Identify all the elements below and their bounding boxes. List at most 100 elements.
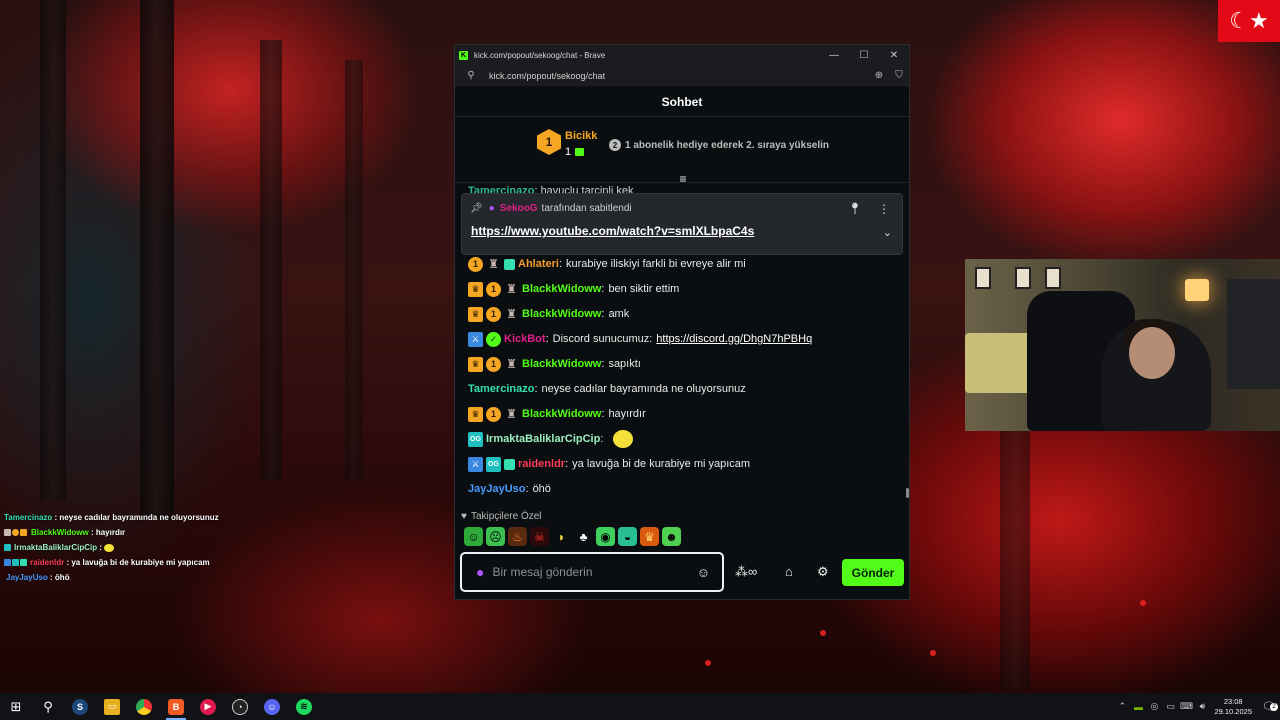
settings-gear-icon[interactable]: ⚙	[817, 564, 829, 580]
chat-message: ⚔ ✓ KickBot: Discord sunucumuz: https://…	[468, 328, 812, 350]
points-infinity-icon[interactable]: ⁂∞	[735, 564, 757, 580]
frog-emote-icon[interactable]: ☺	[464, 527, 483, 546]
sub-badge-icon: 1	[486, 306, 501, 322]
chat-message: ⚔ OG raidenldr: ya lavuğa bi de kurabiye…	[468, 453, 750, 475]
fire-crown-emote-icon[interactable]: ♛	[640, 527, 659, 546]
chat-text: neyse cadılar bayramında ne oluyorsunuz	[541, 383, 746, 395]
brave-browser-icon[interactable]: B	[160, 693, 192, 720]
url-text[interactable]: kick.com/popout/sekoog/chat	[489, 71, 869, 81]
app-tray-icon[interactable]: ◎	[1146, 701, 1162, 712]
pinned-by-text: tarafından sabitlendi	[541, 203, 632, 214]
chat-username[interactable]: BlackkWidoww	[522, 308, 601, 320]
mic-icon[interactable]: ●	[476, 564, 484, 580]
turtle-emote-icon[interactable]: ◒	[618, 527, 637, 546]
frog-cry-emote-icon[interactable]: ☹	[486, 527, 505, 546]
chat-scrollbar[interactable]	[906, 488, 909, 498]
moderator-badge-icon: ⚔	[468, 331, 483, 347]
spotify-icon[interactable]: ≋	[288, 693, 320, 720]
minimize-button[interactable]: —	[819, 50, 849, 61]
chat-message: Tamercinazo: neyse cadılar bayramında ne…	[468, 383, 746, 395]
chat-message: ♛ 1 ♜ BlackkWidoww: hayırdır	[468, 403, 646, 425]
chat-text: sapıktı	[608, 358, 641, 370]
chat-username[interactable]: BlackkWidoww	[522, 358, 601, 370]
chat-username[interactable]: BlackkWidoww	[522, 283, 601, 295]
chevron-up-icon[interactable]: ⌃	[1114, 701, 1130, 712]
streamer-head	[1129, 327, 1175, 379]
figure-badge-icon: ♜	[506, 357, 517, 371]
nvidia-icon[interactable]: ▬	[1130, 702, 1146, 712]
store-icon[interactable]: ⌂	[785, 564, 793, 579]
chat-text: ben siktir ettim	[608, 283, 680, 295]
pinned-by-user[interactable]: SekooG	[500, 203, 538, 214]
obs-icon[interactable]: ◔	[224, 693, 256, 720]
notification-center-icon[interactable]: 🗨︎ 2	[1258, 700, 1280, 713]
maximize-button[interactable]: ☐	[849, 50, 879, 61]
gift-icon	[575, 148, 584, 156]
volume-icon[interactable]: 🔊︎	[1194, 701, 1210, 712]
rank-up-message: 2 1 abonelik hediye ederek 2. sıraya yük…	[609, 139, 829, 151]
chrome-icon[interactable]	[128, 693, 160, 720]
send-button[interactable]: Gönder	[842, 559, 904, 586]
chat-username[interactable]: Tamercinazo	[468, 383, 534, 395]
steam-icon[interactable]: S	[64, 693, 96, 720]
discord-link[interactable]: https://discord.gg/DhgN7hPBHq	[656, 333, 812, 345]
clock-time: 23:08	[1223, 696, 1243, 706]
leaf	[1140, 600, 1146, 606]
chat-username[interactable]: Ahlateri	[518, 258, 559, 270]
chat-username[interactable]: IrmaktaBaliklarCipCip	[486, 433, 600, 445]
moderator-badge-icon: ⚔	[468, 456, 483, 472]
title-bar[interactable]: K kick.com/popout/sekoog/chat - Brave — …	[455, 45, 909, 65]
chat-header: Sohbet	[455, 87, 909, 117]
address-bar[interactable]: ⚲ kick.com/popout/sekoog/chat ⊕ ⛉	[455, 65, 909, 87]
unpin-icon[interactable]: 📍︎	[848, 202, 862, 215]
green-blob-emote-icon[interactable]: ◉	[596, 527, 615, 546]
chevron-down-icon[interactable]: ⌄	[883, 226, 892, 239]
search-icon[interactable]: ⚲	[32, 693, 64, 720]
chat-message: OG IrmaktaBaliklarCipCip:	[468, 428, 634, 450]
zoom-icon[interactable]: ⊕	[869, 70, 889, 81]
pinned-link[interactable]: https://www.youtube.com/watch?v=smlXLbpa…	[471, 224, 754, 238]
sub-badge-icon: 1	[486, 356, 501, 372]
more-options-icon[interactable]: ⋮	[878, 202, 890, 216]
leaf	[705, 660, 711, 666]
message-input[interactable]	[492, 565, 697, 579]
message-input-box[interactable]: ● ☺	[460, 552, 724, 592]
turkish-flag: ☾★	[1218, 0, 1280, 42]
frog-smile-emote-icon[interactable]: ☻	[662, 527, 681, 546]
emoji-picker-icon[interactable]: ☺	[697, 565, 710, 580]
kick-logo-icon: K	[459, 50, 468, 60]
chat-message: ♛ 1 ♜ BlackkWidoww: sapıktı	[468, 353, 641, 375]
discord-icon[interactable]: ☺	[256, 693, 288, 720]
chat-username[interactable]: KickBot	[504, 333, 546, 345]
overlay-username: BlackkWidoww	[31, 528, 89, 537]
banana-emote-icon[interactable]: ◗	[552, 527, 571, 546]
media-player-icon[interactable]: ▶	[192, 693, 224, 720]
overlay-text: öhö	[54, 573, 70, 582]
chat-username[interactable]: BlackkWidoww	[522, 408, 601, 420]
battery-icon[interactable]: ▭	[1162, 701, 1178, 712]
file-explorer-icon[interactable]: ▭	[96, 693, 128, 720]
duck-emote-icon[interactable]: ♣	[574, 527, 593, 546]
site-settings-icon[interactable]: ⚲	[461, 70, 481, 81]
notification-count: 2	[1270, 703, 1278, 711]
brave-shield-icon[interactable]: ⛉	[889, 70, 909, 81]
chat-username[interactable]: raidenldr	[518, 458, 565, 470]
wall-frame	[975, 267, 991, 289]
demon-emote-icon[interactable]: ☠	[530, 527, 549, 546]
flag-symbol: ☾★	[1229, 8, 1269, 33]
pin-icon: 📌︎	[470, 203, 483, 214]
chat-username[interactable]: JayJayUso	[468, 483, 526, 495]
heart-icon: ♥	[461, 511, 467, 522]
clock[interactable]: 23:08 29.10.2025	[1214, 697, 1252, 717]
browser-window: K kick.com/popout/sekoog/chat - Brave — …	[454, 44, 910, 600]
overlay-text: neyse cadılar bayramında ne oluyorsunuz	[59, 513, 219, 522]
gift-count: 1	[565, 146, 572, 158]
network-icon[interactable]: ⌨	[1178, 701, 1194, 712]
fire-figure-emote-icon[interactable]: ♨	[508, 527, 527, 546]
emote-section-label: ♥ Takipçilere Özel	[461, 511, 542, 522]
top-gifter-name[interactable]: Bicikk	[565, 130, 597, 142]
overlay-badge	[20, 559, 27, 566]
close-button[interactable]: ✕	[879, 50, 909, 61]
start-windows-icon[interactable]: ⊞	[0, 693, 32, 720]
collapse-pin-icon[interactable]: ≡	[675, 172, 691, 186]
